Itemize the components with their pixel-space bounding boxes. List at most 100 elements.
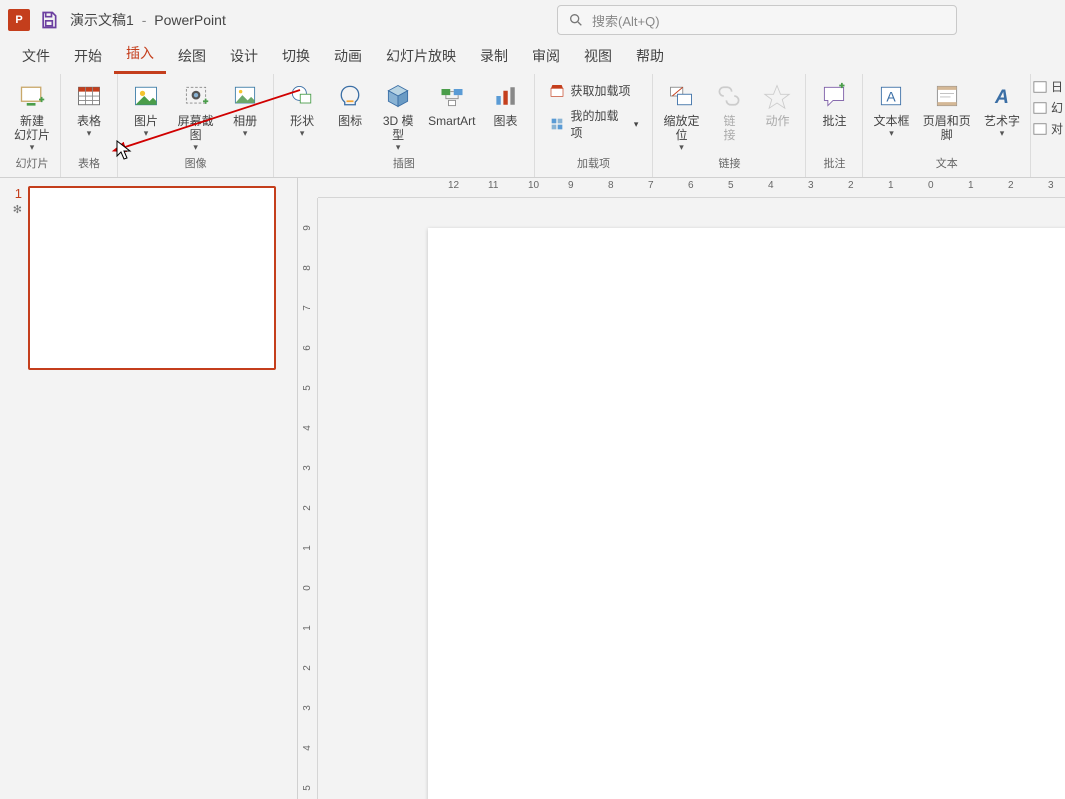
ruler-tick: 1 [302,618,313,638]
my-addins-button[interactable]: 我的加载项 ▾ [545,105,643,143]
ribbon-group: 新建 幻灯片 ▾幻灯片 [4,74,61,177]
addins-icon [549,116,565,132]
ribbon-group: 图片 ▾ 屏幕截图 ▾ 相册 ▾图像 [118,74,274,177]
menu-tab-6[interactable]: 动画 [322,40,374,74]
comment-button[interactable]: 批注 [810,78,858,130]
ruler-tick: 4 [302,738,313,758]
wordart-button[interactable]: A 艺术字 ▾ [978,78,1026,141]
chart-icon [490,80,522,112]
header-footer-icon [931,80,963,112]
chevron-down-icon: ▾ [1000,128,1005,139]
ruler-tick: 1 [888,180,894,191]
shapes-button[interactable]: 形状 ▾ [278,78,326,141]
search-input[interactable]: 搜索(Alt+Q) [557,5,957,35]
menu-tab-3[interactable]: 绘图 [166,40,218,74]
ruler-tick: 2 [848,180,854,191]
ruler-tick: 4 [302,418,313,438]
ruler-tick: 5 [728,180,734,191]
chart-button[interactable]: 图表 [482,78,530,130]
menu-tab-11[interactable]: 帮助 [624,40,676,74]
ribbon-group-label: 文本 [936,155,958,173]
chevron-down-icon: ▾ [30,142,35,153]
ribbon-button-label: 文本框 [873,114,909,128]
slide-thumbnail-row: 1 ✻ [8,186,289,370]
powerpoint-app-icon: P [8,9,30,31]
3d-models-button[interactable]: 3D 模 型 ▾ [374,78,422,155]
ribbon-group-label: 插图 [393,155,415,173]
ruler-tick: 10 [528,180,539,191]
store-icon [549,83,565,99]
menu-tab-10[interactable]: 视图 [572,40,624,74]
ribbon-button-label: 页眉和页脚 [921,114,972,142]
ruler-tick: 5 [302,378,313,398]
slide-number-button[interactable]: 幻 [1033,99,1063,116]
ribbon: 新建 幻灯片 ▾幻灯片 表格 ▾表格 图片 ▾ 屏幕截图 ▾ 相册 ▾图像 形状… [0,74,1065,178]
slide-canvas[interactable] [428,228,1065,799]
menu-tab-0[interactable]: 文件 [10,40,62,74]
ruler-tick: 0 [302,578,313,598]
chevron-down-icon: ▾ [889,128,894,139]
menu-tab-4[interactable]: 设计 [218,40,270,74]
table-button[interactable]: 表格 ▾ [65,78,113,141]
new-slide-button[interactable]: 新建 幻灯片 ▾ [8,78,56,155]
slide-number-label: 1 [8,186,22,201]
ribbon-small-label: 我的加载项 [571,107,624,141]
ruler-tick: 11 [488,180,498,191]
document-name: 演示文稿1 [70,12,134,28]
ribbon-group: 获取加载项 我的加载项 ▾ 加载项 [535,74,654,177]
slide-thumbnail[interactable] [28,186,276,370]
slide-thumbnail-panel[interactable]: 1 ✻ [0,178,298,799]
pictures-button[interactable]: 图片 ▾ [122,78,170,141]
ribbon-group: 形状 ▾ 图标 3D 模 型 ▾ SmartArt 图表 插图 [274,74,534,177]
ruler-tick: 3 [808,180,814,191]
header-footer-button[interactable]: 页眉和页脚 [915,78,978,144]
ribbon-group: 缩放定 位 ▾ 链 接 动作 链接 [653,74,806,177]
link-button: 链 接 [705,78,753,144]
ribbon-button-label: 新建 幻灯片 [14,114,50,142]
ribbon-button-label: 3D 模 型 [383,114,414,142]
save-button[interactable] [38,9,60,31]
smartart-button[interactable]: SmartArt [422,78,481,130]
ruler-tick: 3 [1048,180,1054,191]
ribbon-group-label: 幻灯片 [16,155,49,173]
cube-icon [382,80,414,112]
ruler-tick: 3 [302,458,313,478]
textbox-button[interactable]: A 文本框 ▾ [867,78,915,141]
chevron-down-icon: ▾ [679,142,684,153]
ribbon-button-label: 形状 [290,114,314,128]
ruler-tick: 2 [302,658,313,678]
get-addins-button[interactable]: 获取加载项 [545,80,643,101]
zoom-button[interactable]: 缩放定 位 ▾ [657,78,705,155]
ruler-tick: 8 [608,180,614,191]
screenshot-button[interactable]: 屏幕截图 ▾ [170,78,221,155]
ribbon-overflow-column: 日幻对 [1031,74,1065,177]
object-button[interactable]: 对 [1033,120,1063,137]
chevron-down-icon: ▾ [634,119,639,130]
ruler-tick: 7 [648,180,654,191]
svg-text:A: A [887,88,897,104]
action-button: 动作 [753,78,801,130]
textbox-icon: A [875,80,907,112]
ribbon-button-label: 图标 [338,114,362,128]
ribbon-group-label: 加载项 [577,155,610,173]
menu-tab-2[interactable]: 插入 [114,37,166,74]
menu-tab-7[interactable]: 幻灯片放映 [374,40,468,74]
ribbon-button-label: 图片 [134,114,158,128]
album-icon [229,80,261,112]
chevron-down-icon: ▾ [300,128,305,139]
ribbon-button-label: 动作 [765,114,789,128]
menu-tab-9[interactable]: 审阅 [520,40,572,74]
ruler-tick: 6 [688,180,694,191]
ruler-tick: 12 [448,180,459,191]
menu-tab-5[interactable]: 切换 [270,40,322,74]
photo-album-button[interactable]: 相册 ▾ [221,78,269,141]
ribbon-button-label: 相册 [233,114,257,128]
ruler-tick: 8 [302,258,313,278]
icons-button[interactable]: 图标 [326,78,374,130]
ruler-tick: 9 [302,218,313,238]
ruler-tick: 1 [302,538,313,558]
menu-tab-8[interactable]: 录制 [468,40,520,74]
ribbon-button-label: SmartArt [428,114,475,128]
menu-tab-1[interactable]: 开始 [62,40,114,74]
date-time-button[interactable]: 日 [1033,78,1063,95]
